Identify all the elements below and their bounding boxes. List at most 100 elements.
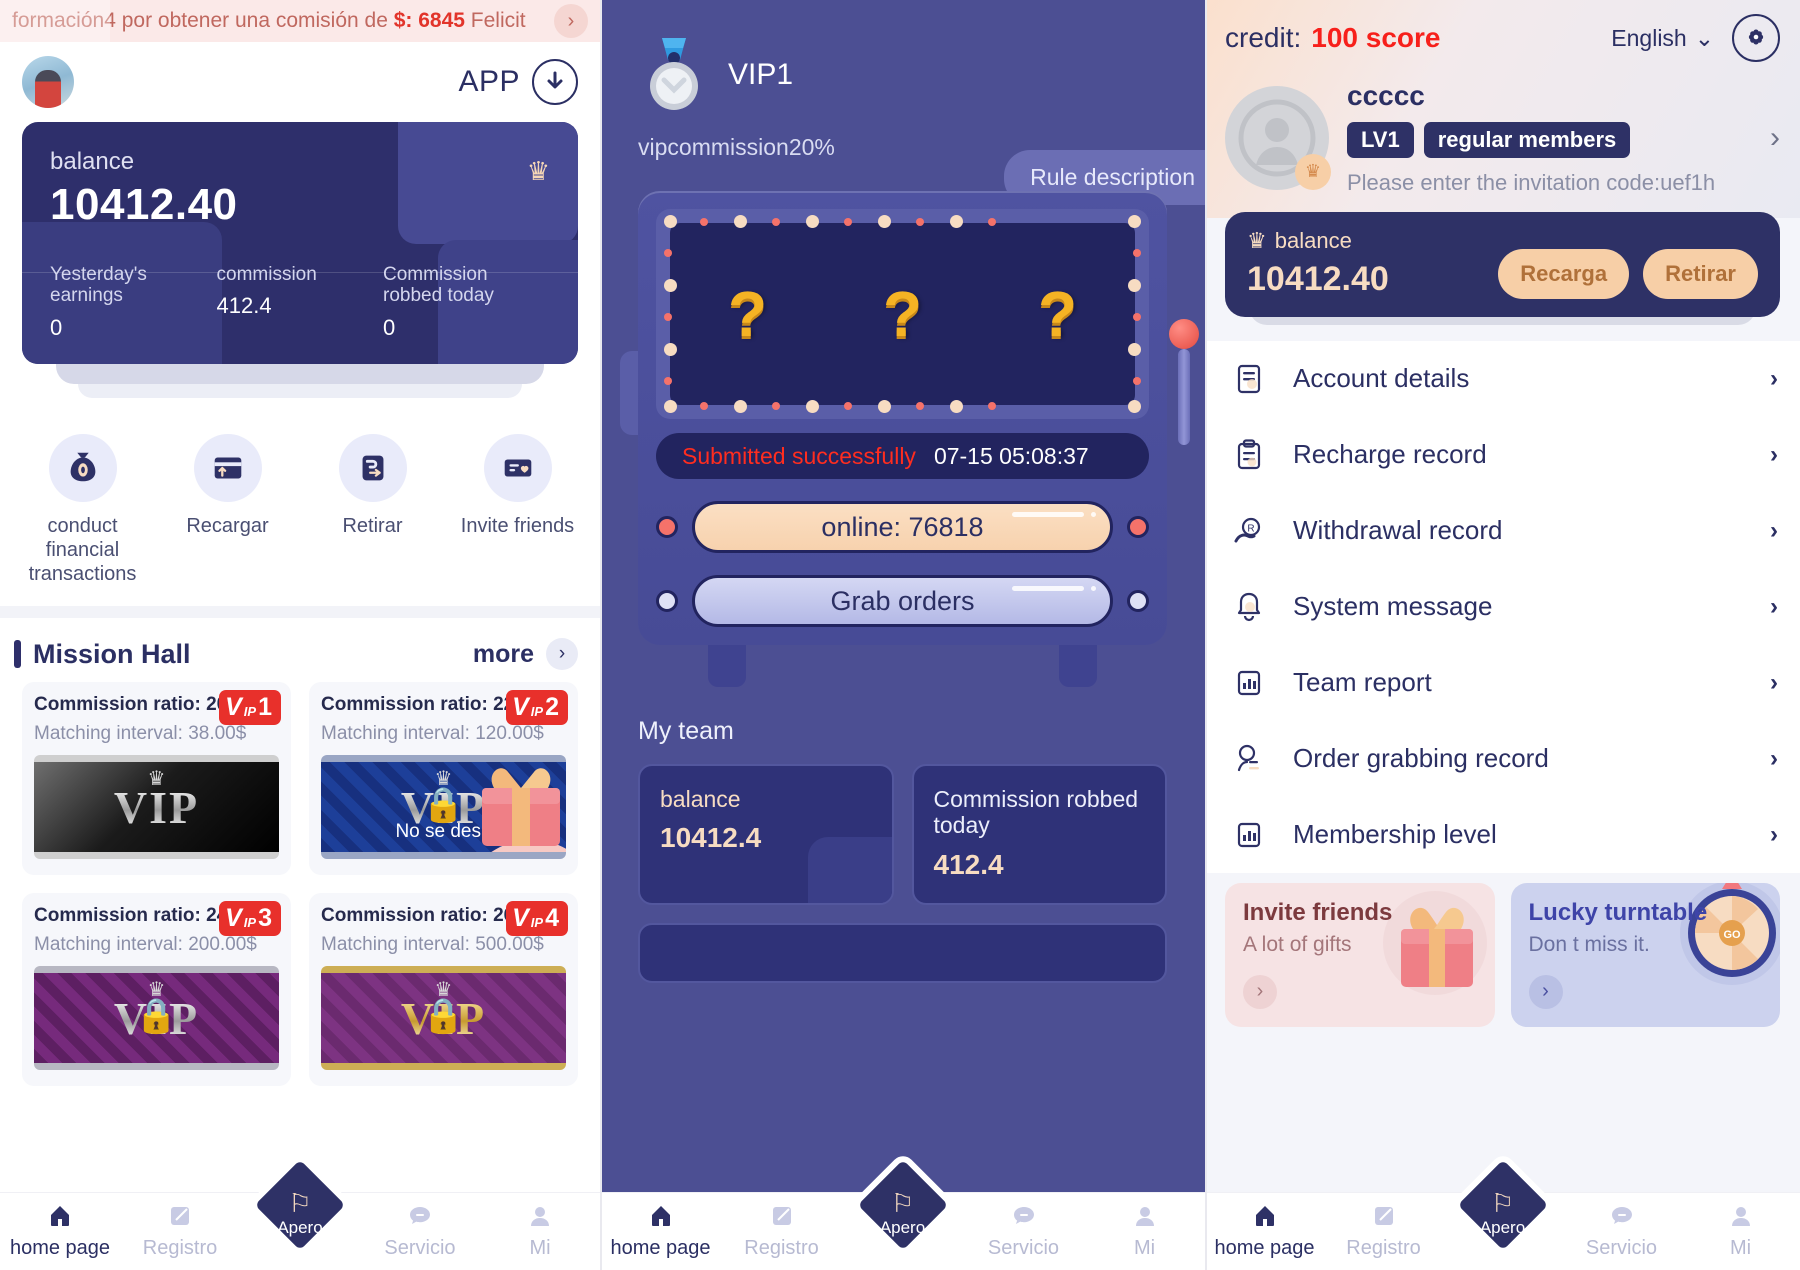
promo-invite-friends[interactable]: Invite friends A lot of gifts › xyxy=(1225,882,1495,1027)
vip-badge: V IP 1 xyxy=(219,690,281,725)
avatar[interactable] xyxy=(22,56,74,108)
stat-value: 412.4 xyxy=(216,293,272,319)
reel-symbol: ? xyxy=(1037,278,1078,350)
vip-card-art: ♛ VIP 🔒 xyxy=(34,966,279,1070)
bell-icon xyxy=(1227,585,1271,629)
quick-action-retirar[interactable]: Retirar xyxy=(300,434,445,586)
grab-orders-button[interactable]: Grab orders xyxy=(692,575,1113,627)
withdraw-button[interactable]: Retirar xyxy=(1643,248,1758,299)
tab-mi[interactable]: Mi xyxy=(1084,1201,1205,1260)
note-edit-icon xyxy=(171,1207,189,1225)
matching-interval: Matching interval: 200.00$ xyxy=(34,934,279,956)
vip-badge-v: V xyxy=(512,904,529,932)
tab-home-page[interactable]: home page xyxy=(1205,1201,1324,1260)
marquee-body: 4 por obtener una comisión de xyxy=(104,9,394,32)
crown-icon: ♛ xyxy=(1295,153,1331,190)
menu-item-membership-level[interactable]: Membership level › xyxy=(1205,797,1800,873)
marquee-suffix: Felicit xyxy=(464,9,526,32)
quick-action-invite[interactable]: Invite friends xyxy=(445,434,590,586)
machine-body: ? ? ? Submitted successfully 07-15 05:08… xyxy=(638,191,1167,645)
quick-action-label: Recargar xyxy=(186,515,269,537)
user-tags: LV1 regular members xyxy=(1347,122,1715,158)
tab-label: Mi xyxy=(1133,1237,1156,1259)
menu-item-recharge-record[interactable]: Recharge record › xyxy=(1205,417,1800,493)
status-message: Submitted successfully xyxy=(682,442,916,469)
menu-item-label: Order grabbing record xyxy=(1293,743,1549,774)
slot-lever[interactable] xyxy=(1169,319,1199,445)
panel-divider xyxy=(1205,0,1207,1270)
tab-servicio[interactable]: Servicio xyxy=(1562,1201,1681,1260)
stat-label: Yesterday's earnings xyxy=(50,264,147,307)
chevron-right-icon: › xyxy=(1770,744,1778,772)
gear-icon[interactable] xyxy=(1732,14,1780,62)
mission-more-button[interactable]: more › xyxy=(473,638,578,670)
stat-value: 0 xyxy=(50,314,63,340)
tab-mi[interactable]: Mi xyxy=(480,1201,600,1260)
mission-card[interactable]: V IP 3 Commission ratio: 24% Matching in… xyxy=(22,893,291,1086)
wallet-out-icon xyxy=(338,434,407,502)
tab-servicio[interactable]: Servicio xyxy=(963,1201,1084,1260)
promo-subtitle: A lot of gifts xyxy=(1243,932,1352,956)
tab-label: Mi xyxy=(529,1237,551,1259)
mission-card[interactable]: V IP 4 Commission ratio: 26% Matching in… xyxy=(309,893,578,1086)
menu-item-order-grabbing-record[interactable]: Order grabbing record › xyxy=(1205,721,1800,797)
announcement-marquee[interactable]: formación4 por obtener una comisión de $… xyxy=(0,0,600,42)
balance-section: ♛ balance 10412.40 Yesterday's earnings … xyxy=(0,122,600,398)
language-selector[interactable]: English ⌄ xyxy=(1611,25,1714,52)
quick-action-label: Retirar xyxy=(342,515,403,537)
tab-servicio[interactable]: Servicio xyxy=(360,1201,480,1260)
lock-icon: 🔒 xyxy=(135,997,178,1035)
menu-item-label: Withdrawal record xyxy=(1293,515,1503,546)
gloss-decor xyxy=(1012,512,1084,517)
profile-user-row[interactable]: ♛ ccccc LV1 regular members Please enter… xyxy=(1225,80,1780,196)
panel-profile: credit: 100 score English ⌄ ♛ ccccc LV1 … xyxy=(1205,0,1800,1270)
commission-ratio-label: Commission ratio: xyxy=(34,694,201,715)
promo-lucky-turntable[interactable]: GO Lucky turntable Don t miss it. › xyxy=(1510,882,1780,1027)
avatar[interactable]: ♛ xyxy=(1225,85,1331,190)
center-diamond xyxy=(1448,1151,1557,1259)
menu-item-account-details[interactable]: Account details › xyxy=(1205,341,1800,417)
reel-symbol: ? xyxy=(882,278,923,350)
team-card-commission: Commission robbed today 412.4 xyxy=(911,764,1167,905)
app-screenshot: formación4 por obtener una comisión de $… xyxy=(0,0,1800,1270)
medal-icon xyxy=(650,38,698,110)
reel-symbol: ? xyxy=(727,278,768,350)
recharge-button[interactable]: Recarga xyxy=(1498,248,1630,299)
menu-item-system-message[interactable]: System message › xyxy=(1205,569,1800,645)
quick-action-financial[interactable]: conduct financial transactions xyxy=(10,434,155,586)
tab-registro[interactable]: Registro xyxy=(1324,1201,1443,1260)
money-bag-icon xyxy=(48,434,117,502)
card-up-icon xyxy=(193,434,262,502)
chevron-right-icon[interactable]: › xyxy=(1243,974,1277,1009)
tab-mi[interactable]: Mi xyxy=(1681,1201,1800,1260)
chevron-right-icon: › xyxy=(546,638,578,670)
vip-badge: V IP 3 xyxy=(219,901,281,936)
chevron-right-icon[interactable]: › xyxy=(1528,974,1563,1009)
matching-interval-label: Matching interval: xyxy=(321,934,470,955)
menu-item-team-report[interactable]: Team report › xyxy=(1205,645,1800,721)
app-download-button[interactable]: APP xyxy=(458,59,578,105)
tab-registro[interactable]: Registro xyxy=(120,1201,240,1260)
vip-badge-number: 4 xyxy=(545,904,559,932)
center-diamond xyxy=(246,1151,354,1259)
menu-item-withdrawal-record[interactable]: R Withdrawal record › xyxy=(1205,493,1800,569)
chevron-right-icon[interactable]: › xyxy=(554,4,588,38)
machine-legs xyxy=(638,645,1167,687)
balance-label: balance xyxy=(50,148,135,175)
tab-registro[interactable]: Registro xyxy=(721,1201,842,1260)
quick-action-recargar[interactable]: Recargar xyxy=(155,434,300,586)
panel-home: formación4 por obtener una comisión de $… xyxy=(0,0,600,1270)
status-bar: Submitted successfully 07-15 05:08:37 xyxy=(656,433,1149,479)
vip-badge-ip: IP xyxy=(243,704,257,719)
person-line-icon xyxy=(1227,737,1271,781)
vip-header: VIP1 xyxy=(600,0,1205,116)
menu-item-label: System message xyxy=(1293,591,1493,622)
chevron-right-icon[interactable]: › xyxy=(1770,121,1780,155)
tab-home-page[interactable]: home page xyxy=(600,1201,721,1260)
mission-card[interactable]: V IP 2 Commission ratio: 22% Matching in… xyxy=(309,682,578,875)
panel-vip-grab: VIP1 vipcommission20% Rule description ?… xyxy=(600,0,1205,1270)
chevron-right-icon: › xyxy=(1770,440,1778,468)
tab-home-page[interactable]: home page xyxy=(0,1201,120,1260)
mission-card[interactable]: V IP 1 Commission ratio: 20% Matching in… xyxy=(22,682,291,875)
gloss-decor xyxy=(1091,586,1096,591)
